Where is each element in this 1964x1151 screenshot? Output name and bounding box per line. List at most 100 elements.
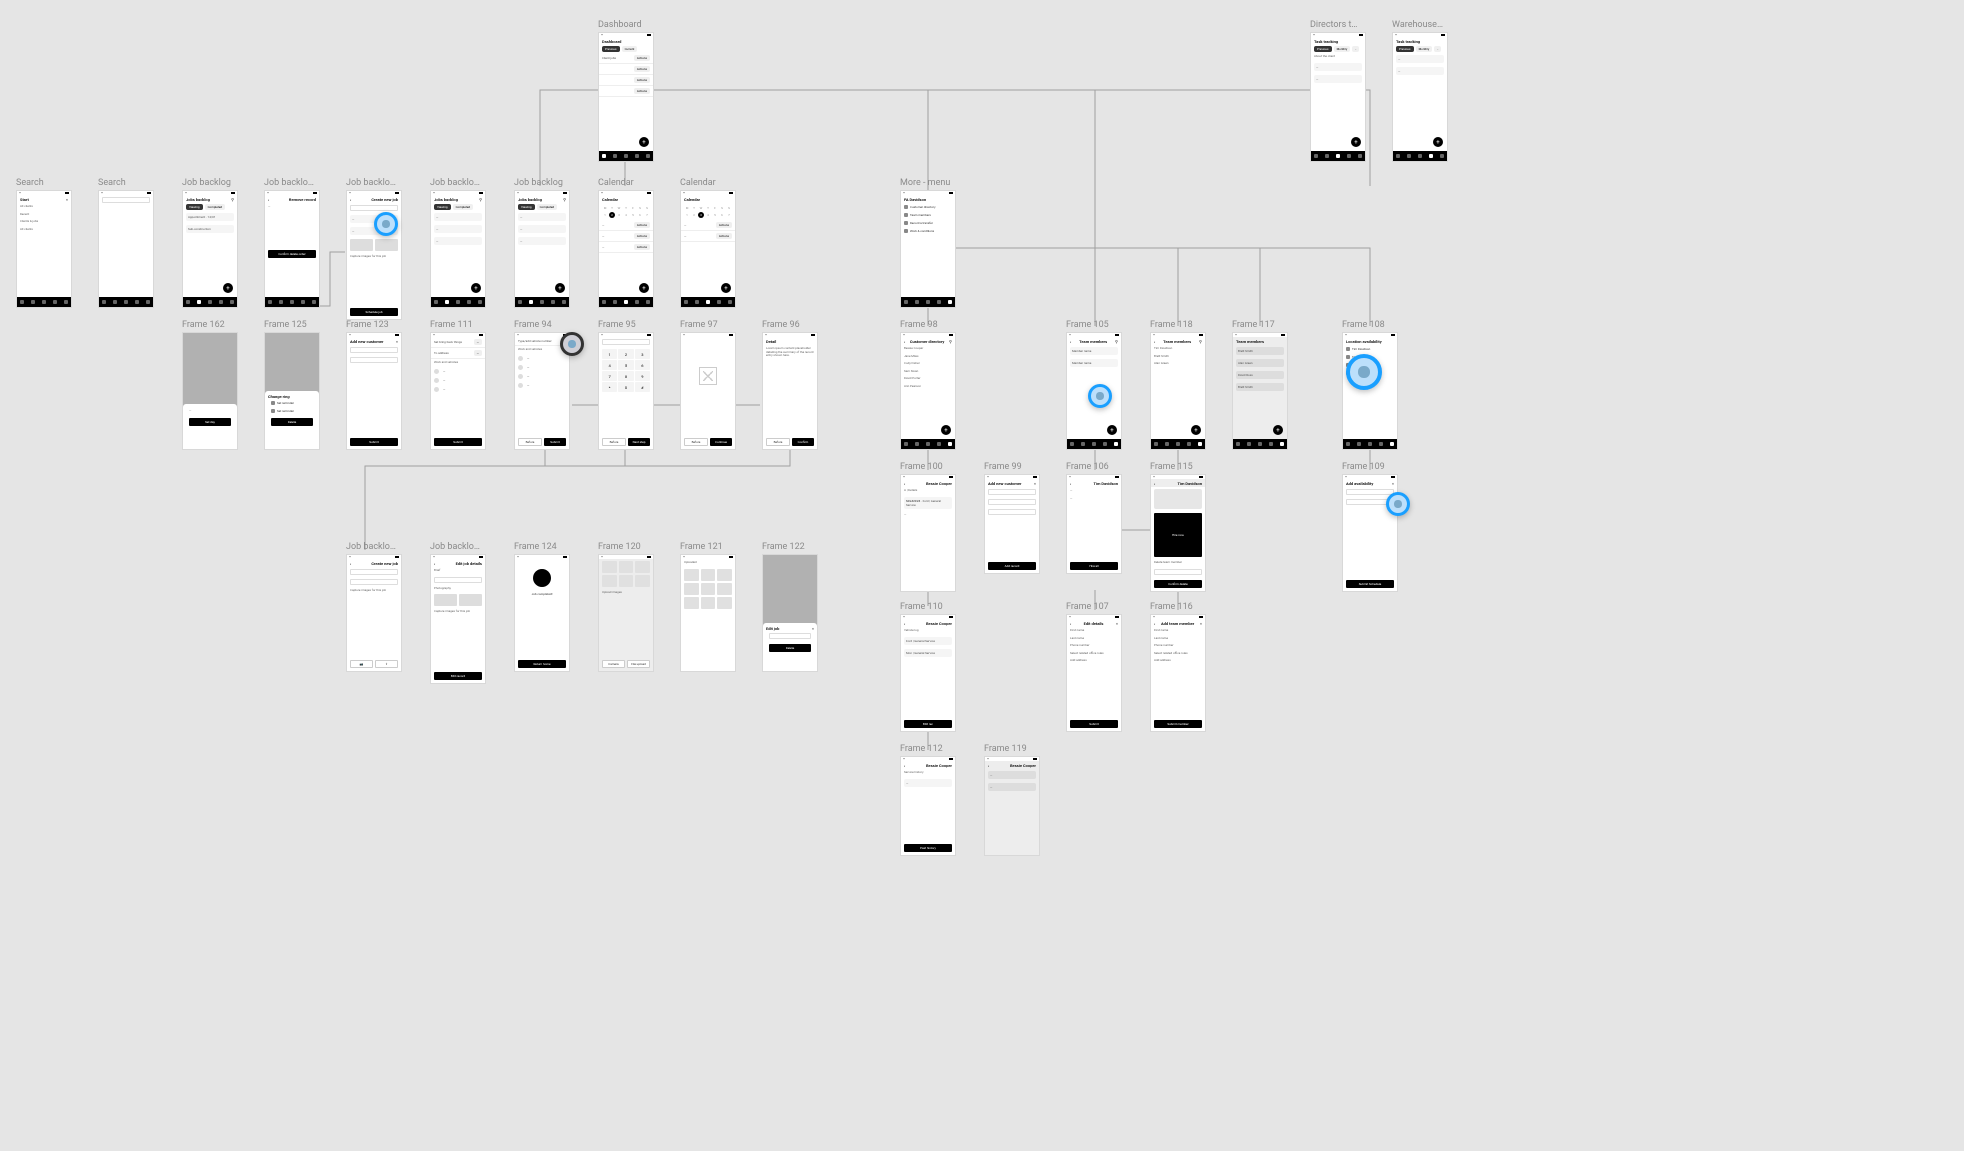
- back-icon[interactable]: ‹: [350, 561, 351, 566]
- frame-110[interactable]: ‹Bessie Cooper Vehicle log Ford | Genera…: [900, 614, 956, 732]
- avatar-row[interactable]: —: [431, 367, 485, 376]
- dash-row[interactable]: Client jobsActions: [599, 53, 653, 64]
- search-icon[interactable]: ⚲: [1115, 339, 1118, 344]
- before-button[interactable]: Before: [684, 438, 708, 446]
- nav-jobs-icon[interactable]: [915, 300, 919, 304]
- hire-button[interactable]: Hire now: [1154, 513, 1202, 557]
- delete-button[interactable]: Delete: [271, 418, 313, 426]
- bottom-sheet[interactable]: — Set day: [183, 404, 237, 449]
- nav-team-icon[interactable]: [717, 300, 721, 304]
- text-input[interactable]: [434, 577, 482, 583]
- submit-button[interactable]: Submit Schedule: [1346, 580, 1394, 588]
- nav-more-icon[interactable]: [948, 442, 952, 446]
- bottom-nav[interactable]: [17, 297, 71, 307]
- image-tile[interactable]: [701, 583, 716, 595]
- event-row[interactable]: —Actions: [599, 231, 653, 242]
- event-row[interactable]: —Actions: [681, 231, 735, 242]
- nav-more-icon[interactable]: [562, 300, 566, 304]
- list-item[interactable]: Alan Green: [1151, 360, 1205, 368]
- avatar-row[interactable]: —: [431, 385, 485, 394]
- frame-98-customer-directory[interactable]: ‹Customer directory⚲ Bessie Cooper Jane …: [900, 332, 956, 450]
- chip-current[interactable]: Current: [622, 46, 638, 52]
- image-tile[interactable]: [717, 583, 732, 595]
- list-item[interactable]: Ann Pearson: [901, 383, 955, 391]
- nav-team-icon[interactable]: [53, 300, 57, 304]
- nav-home-icon[interactable]: [102, 300, 106, 304]
- history-card[interactable]: —: [904, 779, 952, 787]
- menu-record-transfer[interactable]: Record a transfer: [901, 219, 955, 227]
- add-record-button[interactable]: Add record: [988, 562, 1036, 570]
- history-button[interactable]: Past history: [904, 844, 952, 852]
- nav-calendar-icon[interactable]: [42, 300, 46, 304]
- menu-customer-directory[interactable]: Customer directory: [901, 203, 955, 211]
- frame-125[interactable]: Change ring Set reminder Set reminder De…: [264, 332, 320, 450]
- fab-add[interactable]: +: [471, 283, 481, 293]
- avatar-row[interactable]: —: [515, 372, 569, 381]
- nav-team-icon[interactable]: [1269, 442, 1273, 446]
- back-icon[interactable]: ‹: [268, 197, 269, 202]
- member-card[interactable]: Brett Smith: [1236, 347, 1284, 355]
- fab-add[interactable]: +: [1273, 425, 1283, 435]
- image-tile[interactable]: [684, 583, 699, 595]
- frame-dashboard[interactable]: Dashboard Previous Current Client jobsAc…: [598, 32, 654, 162]
- search-icon[interactable]: ⚲: [479, 197, 482, 202]
- nav-jobs-icon[interactable]: [915, 442, 919, 446]
- nav-team-icon[interactable]: [1187, 442, 1191, 446]
- search-icon[interactable]: ⚲: [563, 197, 566, 202]
- bottom-nav[interactable]: [431, 297, 485, 307]
- avatar-row[interactable]: —: [515, 363, 569, 372]
- nav-jobs-icon[interactable]: [1357, 442, 1361, 446]
- submit-button[interactable]: Submit: [1070, 720, 1118, 728]
- nav-home-icon[interactable]: [1154, 442, 1158, 446]
- edit-button[interactable]: Edit record: [434, 672, 482, 680]
- frame-115[interactable]: ‹Tim Davidson Hire now Delete team membe…: [1150, 474, 1206, 592]
- frame-job-backlog[interactable]: Jobs backlog⚲ ViewingCompleted — — — +: [430, 190, 486, 308]
- list-item[interactable]: Brett Smith: [1151, 353, 1205, 361]
- text-input[interactable]: [988, 489, 1036, 495]
- nav-more-icon[interactable]: [1390, 442, 1394, 446]
- back-icon[interactable]: ‹: [1154, 481, 1155, 486]
- nav-more-icon[interactable]: [146, 300, 150, 304]
- nav-home-icon[interactable]: [602, 154, 606, 158]
- camera-button[interactable]: 📷: [350, 660, 373, 668]
- fab-add[interactable]: +: [941, 425, 951, 435]
- text-input[interactable]: [350, 579, 398, 585]
- back-icon[interactable]: ‹: [350, 197, 351, 202]
- chip[interactable]: Viewing: [518, 204, 535, 210]
- nav-jobs-icon[interactable]: [1165, 442, 1169, 446]
- bottom-nav[interactable]: [1067, 439, 1121, 449]
- upload-button[interactable]: ⇪: [375, 660, 398, 668]
- back-icon[interactable]: ‹: [434, 561, 435, 566]
- close-icon[interactable]: ×: [1392, 481, 1394, 486]
- text-input[interactable]: [350, 205, 398, 211]
- fab-add[interactable]: +: [1433, 137, 1443, 147]
- list-item[interactable]: All clients: [17, 226, 71, 234]
- nav-team-icon[interactable]: [467, 300, 471, 304]
- nav-home-icon[interactable]: [518, 300, 522, 304]
- frame-99[interactable]: Add new customer× Add record: [984, 474, 1040, 574]
- list-item[interactable]: Cody Fisher: [901, 360, 955, 368]
- bottom-nav[interactable]: [681, 297, 735, 307]
- image-tile[interactable]: [701, 569, 716, 581]
- back-icon[interactable]: ‹: [1070, 481, 1071, 486]
- fab-add[interactable]: +: [555, 283, 565, 293]
- next-button[interactable]: Next step: [628, 438, 650, 446]
- frame-create-job[interactable]: ‹Create new job — — Capture images for t…: [346, 190, 402, 320]
- key-hash[interactable]: #: [635, 382, 650, 392]
- frame-111[interactable]: Set bring back things— To address— Work …: [430, 332, 486, 450]
- nav-jobs-icon[interactable]: [1325, 154, 1329, 158]
- frame-calendar[interactable]: Calendar MTWTFSS 1234567 —Actions —Actio…: [598, 190, 654, 308]
- key-6[interactable]: 6: [635, 360, 650, 370]
- nav-calendar-icon[interactable]: [1336, 154, 1340, 158]
- bottom-nav[interactable]: [515, 297, 569, 307]
- nav-more-icon[interactable]: [948, 300, 952, 304]
- nav-calendar-icon[interactable]: [624, 154, 628, 158]
- nav-home-icon[interactable]: [1236, 442, 1240, 446]
- frame-calendar[interactable]: Calendar MTWTFSS 1234567 —Actions —Actio…: [680, 190, 736, 308]
- frame-116[interactable]: ‹Add team member× First name Last name P…: [1150, 614, 1206, 732]
- task-card[interactable]: —: [1314, 75, 1362, 83]
- job-card[interactable]: —: [434, 237, 482, 245]
- key-3[interactable]: 3: [635, 349, 650, 359]
- key-star[interactable]: *: [602, 382, 617, 392]
- chip[interactable]: Completed: [453, 204, 474, 210]
